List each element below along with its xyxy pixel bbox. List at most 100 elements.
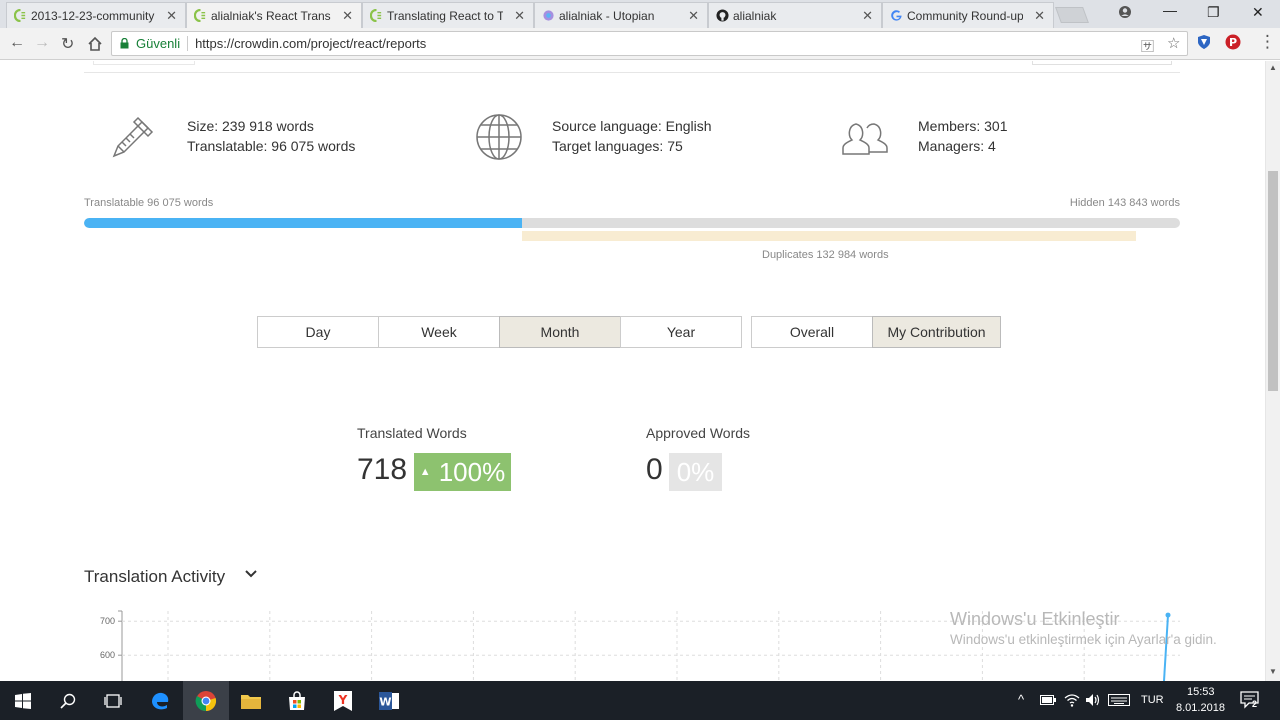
battery-icon[interactable] — [1040, 695, 1056, 705]
series-line — [1163, 615, 1169, 681]
url-text[interactable]: https://crowdin.com/project/react/report… — [195, 36, 426, 51]
scroll-thumb[interactable] — [1268, 171, 1278, 391]
shield-extension-icon[interactable] — [1196, 34, 1212, 50]
chrome-button[interactable] — [183, 681, 229, 720]
svg-text:W: W — [379, 695, 391, 708]
close-icon[interactable]: ✕ — [862, 8, 873, 24]
volume-icon[interactable] — [1085, 693, 1101, 707]
store-icon — [289, 690, 305, 710]
wifi-icon[interactable] — [1064, 693, 1080, 707]
translatable-fill — [84, 218, 523, 228]
menu-icon[interactable]: ⋮ — [1259, 32, 1276, 52]
edge-icon — [152, 692, 169, 709]
browser-tab[interactable]: Translating React to Tu ✕ — [362, 2, 534, 28]
home-icon[interactable] — [87, 36, 103, 52]
page-scrollbar[interactable]: ▲ ▼ — [1265, 61, 1280, 681]
words-progress-bar — [84, 218, 1180, 228]
lock-icon — [120, 38, 129, 49]
period-day-button[interactable]: Day — [257, 316, 379, 348]
crowdin-icon — [370, 9, 382, 22]
svg-text:P: P — [1229, 36, 1237, 49]
file-explorer-button[interactable] — [228, 681, 274, 720]
start-button[interactable] — [0, 681, 46, 720]
chrome-icon — [195, 690, 217, 711]
browser-tab[interactable]: Community Round-up ✕ — [882, 2, 1054, 28]
close-icon[interactable]: ✕ — [514, 8, 525, 24]
close-icon[interactable]: ✕ — [166, 8, 177, 24]
profile-icon[interactable] — [1118, 5, 1132, 19]
browser-tab[interactable]: 2013-12-23-community ✕ — [6, 2, 186, 28]
word-button[interactable]: W — [366, 681, 412, 720]
y-tick-label: 700 — [100, 616, 115, 626]
tab-strip: 2013-12-23-community ✕ alialniak's React… — [0, 0, 1280, 28]
bookmark-star-icon[interactable]: ☆ — [1167, 34, 1180, 52]
page-content: Size: 239 918 words Translatable: 96 075… — [0, 61, 1265, 681]
clock-time[interactable]: 15:53 — [1187, 686, 1215, 698]
close-window-icon[interactable]: ✕ — [1252, 4, 1264, 21]
period-year-button[interactable]: Year — [620, 316, 742, 348]
translate-icon[interactable]: 🈂 — [1141, 36, 1154, 55]
svg-text:Y: Y — [338, 693, 348, 707]
back-icon[interactable]: ← — [9, 34, 25, 52]
notifications-count: 2 — [1252, 699, 1258, 709]
browser-tab[interactable]: alialniak - Utopian ✕ — [534, 2, 708, 28]
scope-overall-button[interactable]: Overall — [751, 316, 873, 348]
crowdin-icon — [14, 9, 26, 22]
source-language-text: Source language: English — [552, 118, 712, 134]
period-month-button[interactable]: Month — [499, 316, 621, 348]
minimize-icon[interactable]: — — [1163, 2, 1177, 18]
yandex-button[interactable]: Y — [320, 681, 366, 720]
store-button[interactable] — [274, 681, 320, 720]
folder-icon — [241, 694, 261, 709]
restore-icon[interactable]: ❐ — [1207, 4, 1220, 21]
y-tick-label: 600 — [100, 650, 115, 660]
globe-icon — [476, 114, 522, 160]
yandex-icon: Y — [334, 690, 352, 711]
forward-icon[interactable]: → — [34, 34, 50, 52]
ruler-pencil-icon — [112, 116, 154, 158]
pinterest-icon[interactable]: P — [1225, 34, 1241, 50]
target-languages-text: Target languages: 75 — [552, 138, 683, 154]
tab-title: Translating React to Tu — [387, 8, 503, 23]
word-icon: W — [379, 691, 399, 710]
keyboard-icon[interactable] — [1108, 694, 1130, 706]
show-hidden-icons[interactable]: ^ — [1018, 692, 1024, 707]
windows-taskbar: Y W ^ TUR 15:53 8.01.2018 2 — [0, 681, 1280, 720]
browser-tab[interactable]: alialniak's React Transla ✕ — [186, 2, 362, 28]
data-point[interactable] — [1165, 612, 1171, 618]
close-icon[interactable]: ✕ — [1034, 8, 1045, 24]
chevron-down-icon[interactable] — [244, 569, 258, 579]
search-icon — [60, 693, 76, 709]
tab-title: alialniak — [733, 8, 777, 23]
address-bar[interactable]: Güvenli https://crowdin.com/project/reac… — [111, 31, 1188, 56]
browser-tab[interactable]: alialniak ✕ — [708, 2, 882, 28]
scroll-up-icon[interactable]: ▲ — [1269, 63, 1277, 72]
arrow-up-icon: ▲ — [419, 466, 431, 478]
members-stat: Members: 301 Managers: 4 — [918, 116, 1007, 156]
browser-toolbar: ← → ↻ Güvenli https://crowdin.com/projec… — [0, 28, 1280, 60]
tab-title: alialniak - Utopian — [559, 8, 655, 23]
translation-activity-title[interactable]: Translation Activity — [84, 567, 225, 587]
close-icon[interactable]: ✕ — [688, 8, 699, 24]
translated-words-value: 718 — [357, 453, 408, 486]
task-view-button[interactable] — [90, 681, 136, 720]
github-icon — [716, 9, 729, 22]
reload-icon[interactable]: ↻ — [61, 34, 74, 54]
translated-words-label: Translated Words — [357, 425, 467, 441]
translated-percent-badge: ▲ 100% — [414, 453, 511, 491]
activation-watermark-subtitle: Windows'u etkinleştirmek için Ayarlar'a … — [950, 632, 1217, 647]
language-stat: Source language: English Target language… — [552, 116, 712, 156]
clock-date[interactable]: 8.01.2018 — [1176, 702, 1225, 714]
tab-title: Community Round-up — [907, 8, 1023, 23]
new-tab-button[interactable] — [1055, 7, 1089, 23]
close-icon[interactable]: ✕ — [342, 8, 353, 24]
edge-button[interactable] — [137, 681, 183, 720]
period-week-button[interactable]: Week — [378, 316, 500, 348]
scroll-down-icon[interactable]: ▼ — [1269, 667, 1277, 676]
task-view-icon — [104, 693, 122, 708]
input-language[interactable]: TUR — [1141, 694, 1164, 706]
scope-my-contribution-button[interactable]: My Contribution — [872, 316, 1001, 348]
members-text: Members: 301 — [918, 118, 1008, 134]
size-stat: Size: 239 918 words Translatable: 96 075… — [187, 116, 355, 156]
search-button[interactable] — [45, 681, 91, 720]
